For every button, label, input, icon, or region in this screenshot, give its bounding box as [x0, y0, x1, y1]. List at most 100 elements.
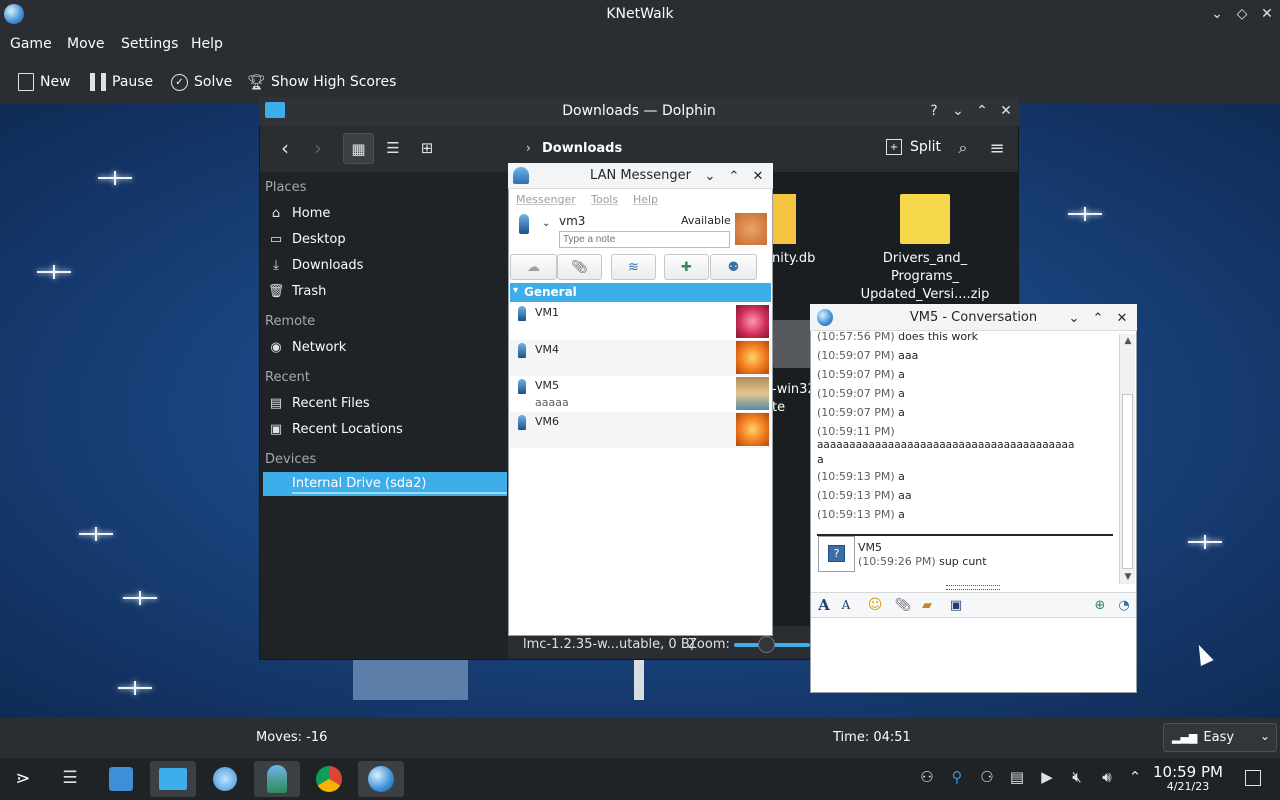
- file-name-line[interactable]: Updated_Versi....zip: [844, 287, 1006, 302]
- user-status-icon[interactable]: [519, 214, 529, 234]
- minimize-icon[interactable]: ⌄: [702, 168, 718, 184]
- smiley-icon[interactable]: ☺: [866, 596, 884, 614]
- scroll-down-icon[interactable]: ▼: [1121, 570, 1135, 584]
- application-launcher-icon[interactable]: ⋗: [10, 765, 36, 791]
- show-high-scores-button[interactable]: 🏆︎ Show High Scores: [247, 71, 396, 93]
- icons-view-icon[interactable]: ▦: [343, 133, 374, 164]
- save-icon[interactable]: ▣: [947, 596, 965, 614]
- scroll-up-icon[interactable]: ▲: [1121, 334, 1135, 348]
- close-icon[interactable]: ✕: [1114, 310, 1130, 326]
- file-manager-icon[interactable]: [150, 761, 196, 797]
- board-cable[interactable]: [634, 660, 644, 700]
- group-chat-icon[interactable]: ⚉: [710, 254, 757, 280]
- buddy-row[interactable]: VM1: [510, 304, 771, 340]
- broadcast-icon[interactable]: ≋: [611, 254, 656, 280]
- place-recent-files[interactable]: ▤ Recent Files: [268, 392, 370, 414]
- file-transfer-icon[interactable]: 📎︎: [557, 254, 602, 280]
- user-icon[interactable]: ⚇: [917, 767, 937, 787]
- scrollbar[interactable]: ▲ ▼: [1119, 334, 1135, 584]
- executable-file-icon[interactable]: [773, 320, 811, 368]
- menu-move[interactable]: Move: [67, 36, 105, 56]
- minimize-icon[interactable]: ⌄: [1208, 5, 1226, 23]
- place-internal-drive[interactable]: Internal Drive (sda2): [263, 472, 507, 496]
- buddy-row[interactable]: VM5 aaaaa: [510, 376, 771, 412]
- maximize-icon[interactable]: ⌃: [973, 102, 991, 120]
- pause-button[interactable]: Pause: [90, 71, 153, 93]
- lan-messenger-tray-icon[interactable]: ⚲: [947, 767, 967, 787]
- message-input[interactable]: [811, 619, 1136, 692]
- chrome-icon[interactable]: [306, 761, 352, 797]
- maximize-icon[interactable]: ⌃: [1090, 310, 1106, 326]
- lan-messenger-taskbar-icon[interactable]: [254, 761, 300, 797]
- chevron-down-icon[interactable]: ⌄: [542, 218, 550, 229]
- clock-date[interactable]: 4/21/23: [1148, 780, 1228, 793]
- font-icon[interactable]: A: [816, 596, 832, 614]
- knetwalk-taskbar-icon[interactable]: [358, 761, 404, 797]
- lan-menu-messenger[interactable]: Messenger: [516, 193, 576, 206]
- zip-file-icon[interactable]: [900, 194, 950, 244]
- split-button[interactable]: + Split: [886, 139, 941, 155]
- group-header[interactable]: ▾ General: [510, 283, 771, 302]
- close-icon[interactable]: ✕: [750, 168, 766, 184]
- minimize-icon[interactable]: ⌄: [949, 102, 967, 120]
- compact-view-icon[interactable]: ☰: [382, 137, 404, 159]
- menu-settings[interactable]: Settings: [121, 36, 178, 56]
- add-contact-icon[interactable]: ✚: [664, 254, 709, 280]
- invite-icon[interactable]: ⊕: [1091, 596, 1109, 614]
- users-icon[interactable]: ⚆: [977, 767, 997, 787]
- user-avatar[interactable]: [735, 213, 767, 245]
- settings-sliders-icon[interactable]: ☰: [57, 765, 83, 791]
- difficulty-select[interactable]: ▂▄▆ Easy ⌄: [1163, 723, 1277, 752]
- chevron-up-icon[interactable]: ⌃: [1125, 767, 1145, 787]
- lan-menu-help[interactable]: Help: [633, 193, 658, 206]
- breadcrumb[interactable]: Downloads: [542, 141, 622, 156]
- details-view-icon[interactable]: ⊞: [416, 137, 438, 159]
- back-arrow-icon[interactable]: ‹: [275, 136, 295, 160]
- menu-help[interactable]: Help: [191, 36, 223, 56]
- attach-file-icon[interactable]: 📎︎: [894, 596, 912, 614]
- send-folder-icon[interactable]: ▰: [918, 596, 936, 614]
- font-color-icon[interactable]: A: [837, 596, 855, 614]
- buddy-row[interactable]: VM4: [510, 340, 771, 376]
- help-icon[interactable]: ?: [925, 102, 943, 120]
- message-log[interactable]: (10:57:56 PM) does this work (10:59:07 P…: [811, 332, 1118, 590]
- search-icon[interactable]: ⌕: [953, 138, 973, 158]
- file-name-line[interactable]: Drivers_and_: [844, 251, 1006, 266]
- place-downloads[interactable]: ⤓ Downloads: [268, 254, 363, 276]
- forward-arrow-icon[interactable]: ›: [308, 136, 328, 160]
- board-tile[interactable]: [353, 660, 468, 700]
- user-status[interactable]: Available: [681, 214, 731, 227]
- hamburger-menu-icon[interactable]: ≡: [987, 138, 1007, 159]
- file-name-line[interactable]: Programs_: [844, 269, 1006, 284]
- clock-time[interactable]: 10:59 PM: [1148, 763, 1228, 781]
- clipboard-icon[interactable]: ▤: [1007, 767, 1027, 787]
- system-settings-icon[interactable]: [202, 761, 248, 797]
- buddy-row[interactable]: VM6: [510, 412, 771, 448]
- place-home[interactable]: ⌂ Home: [268, 202, 331, 224]
- minimize-icon[interactable]: ⌄: [1066, 310, 1082, 326]
- new-game-button[interactable]: New: [18, 71, 71, 93]
- file-name[interactable]: nity.db: [772, 251, 815, 266]
- show-desktop-icon[interactable]: [1245, 770, 1261, 786]
- solve-button[interactable]: ✓ Solve: [171, 71, 232, 93]
- file-name-line[interactable]: te: [772, 400, 785, 415]
- note-input[interactable]: [559, 231, 730, 248]
- place-desktop[interactable]: ▭ Desktop: [268, 228, 346, 250]
- file-icon[interactable]: [772, 194, 796, 244]
- scrollbar-thumb[interactable]: [1122, 394, 1133, 569]
- maximize-icon[interactable]: ⌃: [726, 168, 742, 184]
- place-recent-locations[interactable]: ▣ Recent Locations: [268, 418, 403, 440]
- zoom-slider-handle[interactable]: [758, 636, 775, 653]
- splitter-handle[interactable]: [946, 585, 1000, 590]
- menu-game[interactable]: Game: [10, 36, 52, 56]
- chat-tool-icon[interactable]: ☁: [510, 254, 557, 280]
- media-player-icon[interactable]: ▶: [1037, 767, 1057, 787]
- muted-speaker-icon[interactable]: 🔇︎: [1067, 767, 1087, 787]
- place-trash[interactable]: 🗑︎ Trash: [268, 280, 327, 302]
- volume-icon[interactable]: 🔊︎: [1097, 767, 1117, 787]
- place-network[interactable]: ◉ Network: [268, 336, 346, 358]
- history-icon[interactable]: ◔: [1115, 596, 1133, 614]
- maximize-icon[interactable]: ◇: [1233, 5, 1251, 23]
- store-icon[interactable]: [98, 761, 144, 797]
- close-icon[interactable]: ✕: [997, 102, 1015, 120]
